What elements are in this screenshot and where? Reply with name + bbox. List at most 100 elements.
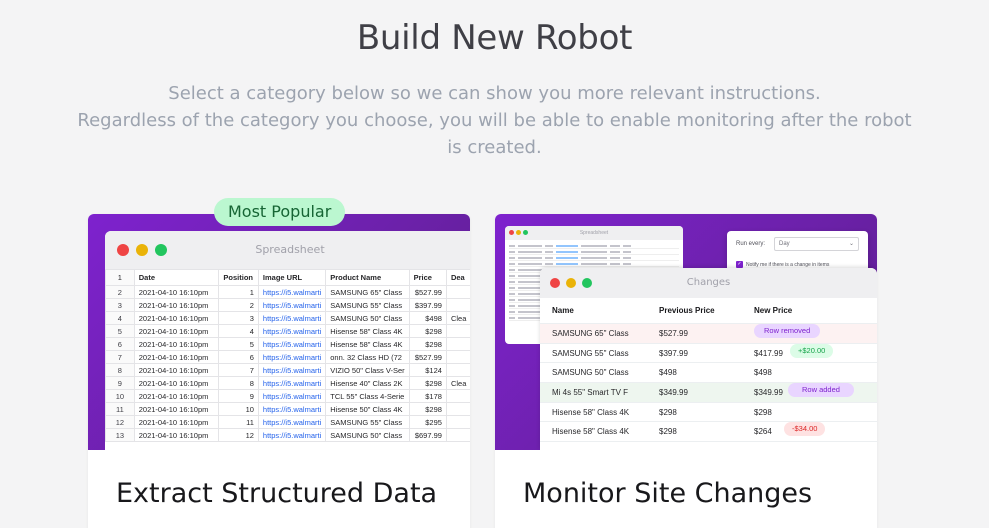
new-price-cell: $349.99: [754, 388, 783, 398]
run-every-value: Day: [779, 241, 790, 247]
run-every-label: Run every:: [736, 241, 766, 247]
table-cell: 2021-04-10 16:10pm: [133, 428, 220, 442]
table-cell: 2021-04-10 16:10pm: [133, 350, 220, 364]
table-cell: $295: [408, 415, 447, 429]
table-row: 9 2021-04-10 16:10pm 8 https://i5.walmarti H…: [105, 376, 470, 390]
table-cell: [445, 402, 470, 416]
table-cell: https://i5.walmarti: [257, 311, 327, 325]
subtitle-line: Regardless of the category you choose, y…: [77, 110, 912, 131]
change-badge: +$20.00: [790, 343, 834, 358]
extract-preview-image: Spreadsheet 1 Date Position Image URL Pr…: [88, 214, 470, 450]
column-header: Position: [218, 269, 259, 286]
table-row: 6 2021-04-10 16:10pm 5 https://i5.walmarti H…: [105, 337, 470, 351]
table-cell: $527.99: [408, 285, 447, 299]
table-cell: $298: [408, 402, 447, 416]
row-number-cell: 7: [105, 350, 135, 364]
changes-row: Hisense 58" Class 4K $298 $298: [540, 403, 877, 423]
monitor-preview-image: Spreadsheet Run every: Day ⌄ ✓ Notify me…: [495, 214, 877, 450]
extract-card-title: Extract Structured Data: [116, 478, 438, 509]
mini-titlebar: Spreadsheet: [505, 226, 683, 240]
table-cell: https://i5.walmarti: [257, 428, 327, 442]
table-row: 11 2021-04-10 16:10pm 10 https://i5.walmart…: [105, 402, 470, 416]
row-number-cell: 10: [105, 389, 135, 403]
table-cell: https://i5.walmarti: [257, 324, 327, 338]
table-cell: Hisense 50" Class 4K: [325, 402, 410, 416]
table-cell: [445, 428, 470, 442]
table-cell: 2021-04-10 16:10pm: [133, 389, 220, 403]
page-title: Build New Robot: [356, 18, 633, 58]
table-cell: $697.99: [408, 428, 447, 442]
table-row: 7 2021-04-10 16:10pm 6 https://i5.walmarti o…: [105, 350, 470, 364]
table-cell: [445, 285, 470, 299]
table-cell: 2021-04-10 16:10pm: [133, 363, 220, 377]
table-row: 8 2021-04-10 16:10pm 7 https://i5.walmarti V…: [105, 363, 470, 377]
table-cell: https://i5.walmarti: [257, 376, 327, 390]
product-name-cell: SAMSUNG 55" Class: [552, 348, 629, 358]
table-cell: https://i5.walmarti: [257, 389, 327, 403]
changes-row: SAMSUNG 55" Class $397.99 $417.99 +$20.00: [540, 343, 877, 364]
product-name-cell: Hisense 58" Class 4K: [552, 427, 630, 437]
window-title: Changes: [686, 277, 731, 288]
product-name-cell: Hisense 58" Class 4K: [552, 407, 630, 417]
table-row: 13 2021-04-10 16:10pm 12 https://i5.walmart…: [105, 428, 470, 442]
row-number-cell: 5: [105, 324, 135, 338]
table-cell: $124: [408, 363, 447, 377]
table-cell: [445, 337, 470, 351]
subtitle-line: is created.: [447, 137, 542, 158]
table-cell: TCL 55" Class 4-Serie: [325, 389, 410, 403]
column-header: Date: [133, 269, 220, 286]
extract-data-card[interactable]: Most Popular Spreadsheet 1 Date Position: [88, 198, 470, 528]
window-titlebar: Spreadsheet: [105, 231, 470, 269]
table-cell: SAMSUNG 50" Class: [325, 311, 410, 325]
table-cell: 3: [218, 311, 259, 325]
table-cell: VIZIO 50" Class V-Ser: [325, 363, 410, 377]
change-badge: Row removed: [754, 324, 821, 338]
table-row: 5 2021-04-10 16:10pm 4 https://i5.walmarti H…: [105, 324, 470, 338]
table-cell: 11: [218, 415, 259, 429]
changes-rows: SAMSUNG 65" Class $527.99 Row removed SAMSU…: [540, 324, 877, 443]
new-price-cell: $264: [754, 427, 772, 437]
table-cell: 6: [218, 350, 259, 364]
table-cell: Clea: [445, 311, 470, 325]
table-cell: 10: [218, 402, 259, 416]
table-cell: 2021-04-10 16:10pm: [133, 298, 220, 312]
mini-window-title: Spreadsheet: [579, 230, 609, 236]
table-cell: 2021-04-10 16:10pm: [133, 311, 220, 325]
monitor-card-title: Monitor Site Changes: [523, 478, 813, 509]
row-number-cell: 11: [105, 402, 135, 416]
checkbox-checked-icon: ✓: [736, 261, 743, 268]
table-cell: https://i5.walmarti: [257, 363, 327, 377]
table-cell: 5: [218, 337, 259, 351]
table-cell: [445, 350, 470, 364]
changes-header-row: Name Previous Price New Price: [540, 298, 877, 324]
table-cell: [445, 324, 470, 338]
table-cell: 9: [218, 389, 259, 403]
row-number-cell: 1: [105, 269, 135, 286]
previous-price-cell: $397.99: [659, 348, 688, 358]
table-cell: $298: [408, 324, 447, 338]
table-cell: 2021-04-10 16:10pm: [133, 376, 220, 390]
page-subtitle: Select a category below so we can show y…: [70, 80, 919, 161]
monitor-changes-card[interactable]: Spreadsheet Run every: Day ⌄ ✓ Notify me…: [495, 214, 877, 528]
product-name-cell: SAMSUNG 50" Class: [552, 368, 629, 378]
most-popular-badge: Most Popular: [214, 198, 346, 226]
row-number-cell: 4: [105, 311, 135, 325]
changes-row: Hisense 58" Class 4K $298 $264 -$34.00: [540, 422, 877, 443]
product-name-cell: Mi 4s 55" Smart TV F: [552, 388, 629, 398]
table-row: 10 2021-04-10 16:10pm 9 https://i5.walmarti…: [105, 389, 470, 403]
table-cell: $298: [408, 337, 447, 351]
new-price-cell: $298: [754, 407, 772, 417]
table-cell: 4: [218, 324, 259, 338]
table-cell: https://i5.walmarti: [257, 402, 327, 416]
column-header: Name: [552, 306, 574, 315]
column-header: Product Name: [325, 269, 410, 286]
row-number-cell: 6: [105, 337, 135, 351]
table-header-row: 1 Date Position Image URL Product Name P…: [105, 269, 470, 286]
table-cell: https://i5.walmarti: [257, 415, 327, 429]
table-cell: onn. 32 Class HD (72: [325, 350, 410, 364]
spreadsheet-window: Spreadsheet 1 Date Position Image URL Pr…: [105, 231, 470, 450]
spreadsheet-table: 1 Date Position Image URL Product Name P…: [105, 269, 470, 442]
table-cell: 12: [218, 428, 259, 442]
table-cell: Hisense 58" Class 4K: [325, 324, 410, 338]
row-number-cell: 8: [105, 363, 135, 377]
